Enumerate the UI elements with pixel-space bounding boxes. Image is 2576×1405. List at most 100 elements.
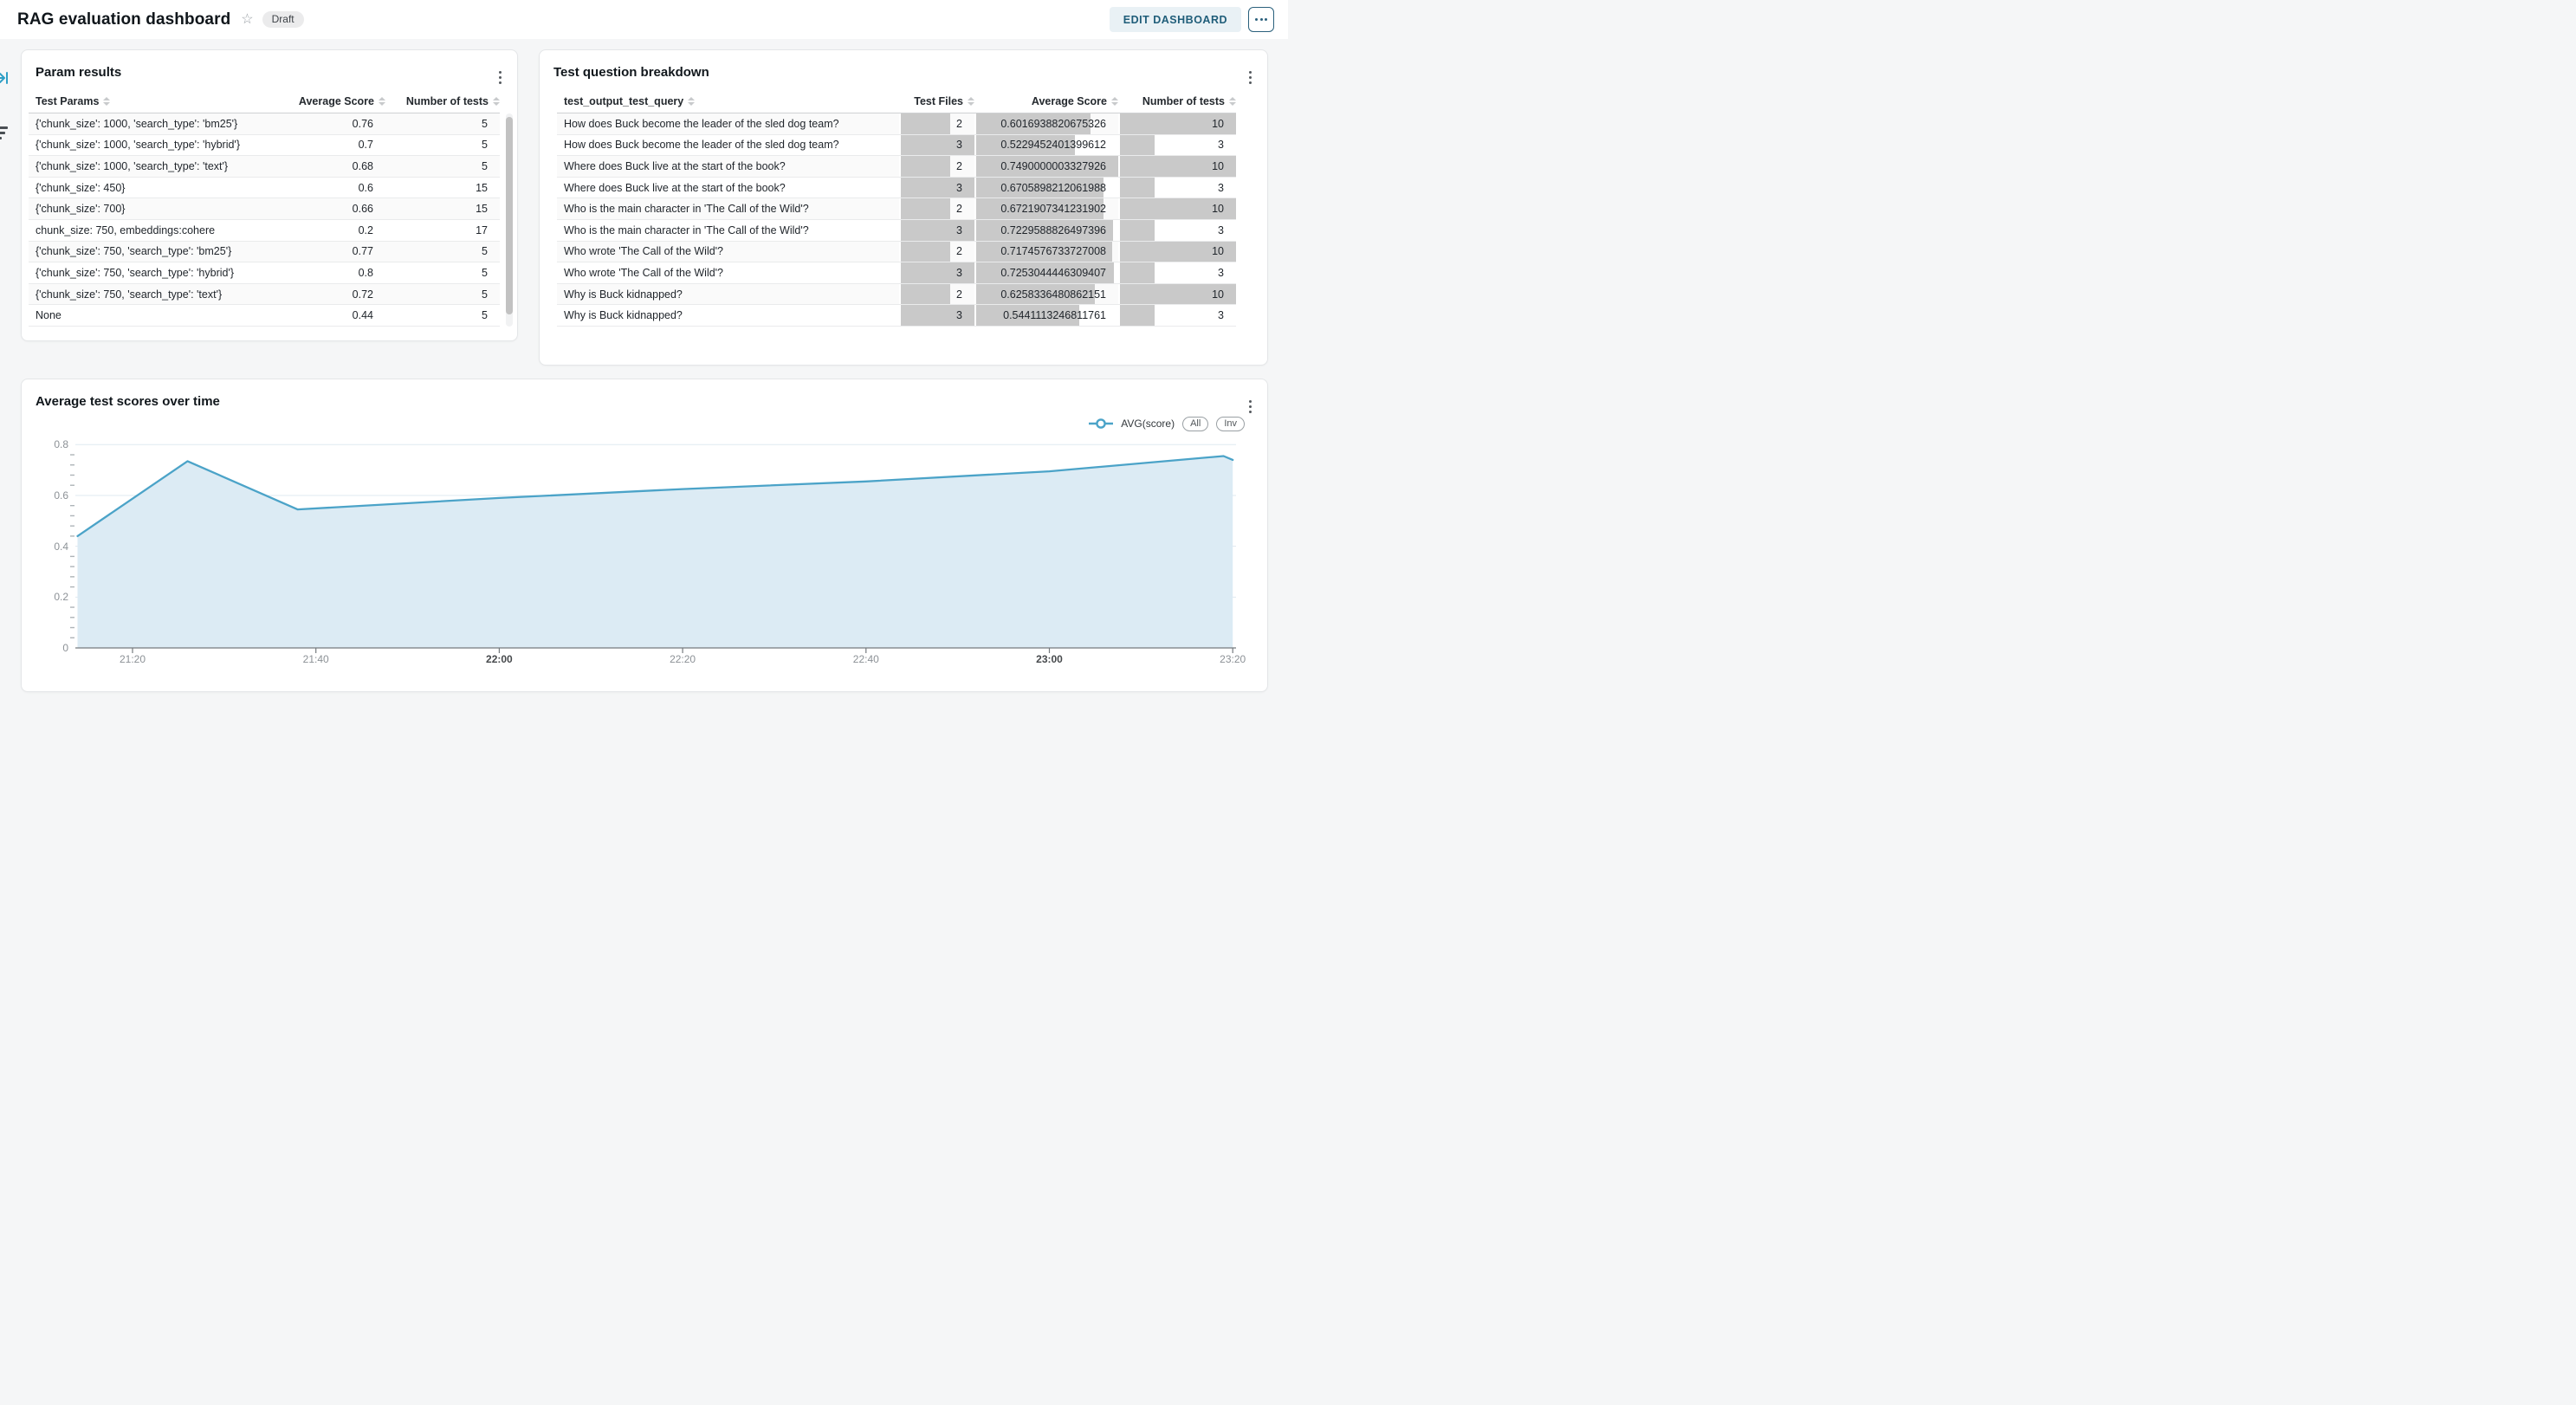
panel-menu-kebab-icon[interactable] [1246,398,1254,416]
table-scrollbar[interactable] [506,113,513,327]
legend-line-marker-icon [1089,418,1113,429]
filter-icon[interactable] [0,126,8,142]
panel-title: Test question breakdown [553,65,709,80]
column-header-average-score[interactable]: Average Score [275,95,385,107]
cell-average-score: 0.6016938820675326 [974,113,1118,134]
cell-query: How does Buck become the leader of the s… [557,139,899,151]
cell-test-params: {'chunk_size': 700} [29,203,275,215]
table-row[interactable]: {'chunk_size': 450}0.615 [29,178,500,199]
cell-number-of-tests: 17 [385,224,500,236]
table-row[interactable]: chunk_size: 750, embeddings:cohere0.217 [29,220,500,242]
x-axis-tick-label: 23:00 [1022,653,1078,665]
cell-test-params: {'chunk_size': 750, 'search_type': 'bm25… [29,245,275,257]
table-row[interactable]: {'chunk_size': 700}0.6615 [29,198,500,220]
table-row[interactable]: {'chunk_size': 1000, 'search_type': 'hyb… [29,135,500,157]
table-row[interactable]: Why is Buck kidnapped? 2 0.6258336480862… [557,284,1236,306]
scrollbar-thumb[interactable] [506,117,513,314]
cell-average-score: 0.76 [275,118,385,130]
question-breakdown-table: test_output_test_query Test Files Averag… [557,90,1236,327]
sort-icon [379,97,385,106]
table-row[interactable]: How does Buck become the leader of the s… [557,135,1236,157]
y-axis-tick-label: 0.2 [39,591,68,603]
more-options-button[interactable] [1248,7,1274,32]
cell-number-of-tests: 3 [1118,262,1236,283]
cell-query: Where does Buck live at the start of the… [557,160,899,172]
cell-average-score: 0.7174576733727008 [974,242,1118,262]
legend-series-label: AVG(score) [1121,418,1175,430]
table-row[interactable]: Who is the main character in 'The Call o… [557,198,1236,220]
cell-test-params: {'chunk_size': 750, 'search_type': 'hybr… [29,267,275,279]
table-row[interactable]: {'chunk_size': 750, 'search_type': 'bm25… [29,242,500,263]
cell-query: Who is the main character in 'The Call o… [557,203,899,215]
sort-icon [968,97,974,106]
cell-test-files: 3 [899,262,974,283]
range-button-inv[interactable]: Inv [1216,417,1245,431]
column-header-number-of-tests[interactable]: Number of tests [1118,95,1236,107]
table-row[interactable]: Where does Buck live at the start of the… [557,178,1236,199]
table-header-row: test_output_test_query Test Files Averag… [557,90,1236,113]
cell-number-of-tests: 10 [1118,242,1236,262]
panel-menu-kebab-icon[interactable] [1246,68,1254,87]
cell-average-score: 0.6705898212061988 [974,178,1118,198]
cell-average-score: 0.66 [275,203,385,215]
y-axis-tick-label: 0.8 [39,438,68,450]
panel-menu-kebab-icon[interactable] [496,68,504,87]
table-row[interactable]: {'chunk_size': 750, 'search_type': 'text… [29,284,500,306]
table-row[interactable]: {'chunk_size': 750, 'search_type': 'hybr… [29,262,500,284]
x-axis-tick-label: 22:40 [838,653,894,665]
x-axis-tick-label: 22:20 [655,653,710,665]
sort-icon [493,97,500,106]
cell-number-of-tests: 3 [1118,220,1236,241]
cell-average-score: 0.6258336480862151 [974,284,1118,305]
cell-test-params: None [29,309,275,321]
column-header-number-of-tests[interactable]: Number of tests [385,95,500,107]
cell-number-of-tests: 5 [385,139,500,151]
cell-average-score: 0.5441113246811761 [974,305,1118,326]
table-row[interactable]: None0.445 [29,305,500,327]
table-row[interactable]: {'chunk_size': 1000, 'search_type': 'tex… [29,156,500,178]
table-row[interactable]: How does Buck become the leader of the s… [557,113,1236,135]
column-header-average-score[interactable]: Average Score [974,95,1118,107]
table-row[interactable]: Who wrote 'The Call of the Wild'? 2 0.71… [557,242,1236,263]
cell-average-score: 0.68 [275,160,385,172]
cell-average-score: 0.7 [275,139,385,151]
cell-number-of-tests: 10 [1118,113,1236,134]
column-header-query[interactable]: test_output_test_query [557,95,899,107]
chart-legend: AVG(score) All Inv [1089,416,1245,431]
column-header-test-files[interactable]: Test Files [899,95,974,107]
scores-over-time-panel: Average test scores over time AVG(score)… [21,379,1268,692]
cell-number-of-tests: 5 [385,288,500,301]
cell-number-of-tests: 5 [385,245,500,257]
sort-icon [1229,97,1236,106]
cell-number-of-tests: 5 [385,118,500,130]
cell-average-score: 0.44 [275,309,385,321]
table-row[interactable]: Who wrote 'The Call of the Wild'? 3 0.72… [557,262,1236,284]
y-axis-tick-label: 0 [39,642,68,654]
panel-title: Param results [36,65,121,80]
cell-average-score: 0.6721907341231902 [974,198,1118,219]
column-header-test-params[interactable]: Test Params [29,95,275,107]
top-bar: RAG evaluation dashboard ☆ Draft EDIT DA… [0,0,1288,39]
cell-test-files: 2 [899,284,974,305]
collapse-panel-icon[interactable] [0,70,10,90]
range-button-all[interactable]: All [1182,417,1208,431]
cell-number-of-tests: 5 [385,267,500,279]
question-breakdown-panel: Test question breakdown test_output_test… [539,49,1268,366]
cell-number-of-tests: 10 [1118,284,1236,305]
sort-icon [103,97,110,106]
cell-average-score: 0.77 [275,245,385,257]
panel-title: Average test scores over time [36,394,220,409]
table-row[interactable]: {'chunk_size': 1000, 'search_type': 'bm2… [29,113,500,135]
param-results-panel: Param results Test Params Average Score … [21,49,518,341]
sort-icon [1111,97,1118,106]
table-row[interactable]: Where does Buck live at the start of the… [557,156,1236,178]
cell-query: Who wrote 'The Call of the Wild'? [557,245,899,257]
table-row[interactable]: Who is the main character in 'The Call o… [557,220,1236,242]
cell-test-files: 2 [899,156,974,177]
favorite-star-icon[interactable]: ☆ [241,13,253,27]
y-axis-tick-label: 0.4 [39,541,68,553]
table-row[interactable]: Why is Buck kidnapped? 3 0.5441113246811… [557,305,1236,327]
edit-dashboard-button[interactable]: EDIT DASHBOARD [1110,7,1241,32]
cell-number-of-tests: 3 [1118,305,1236,326]
cell-average-score: 0.2 [275,224,385,236]
